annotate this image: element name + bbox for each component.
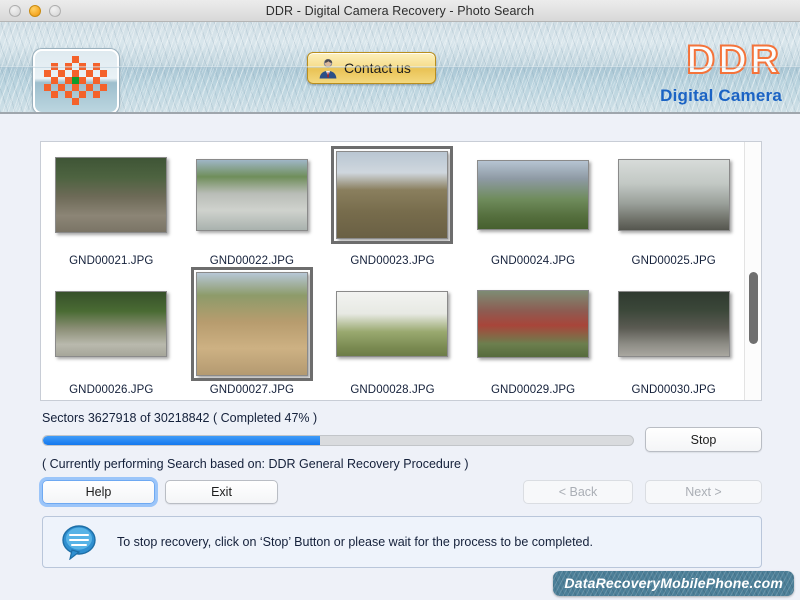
contact-us-button[interactable]: Contact us [307, 52, 436, 84]
thumbnail-frame [41, 271, 182, 377]
thumbnail-scrollbar[interactable] [744, 142, 761, 400]
thumbnail-label: GND00021.JPG [69, 255, 153, 267]
title-bar: DDR - Digital Camera Recovery - Photo Se… [0, 0, 800, 22]
thumbnail-frame [41, 142, 182, 248]
scrollbar-thumb[interactable] [749, 272, 758, 344]
thumbnail-image[interactable] [618, 159, 730, 231]
person-avatar-icon [317, 57, 339, 79]
thumbnail-label: GND00027.JPG [210, 384, 294, 396]
thumbnail-label: GND00028.JPG [350, 384, 434, 396]
minimize-button[interactable] [29, 5, 41, 17]
close-button[interactable] [9, 5, 21, 17]
info-message-text: To stop recovery, click on ‘Stop’ Button… [117, 535, 593, 549]
window-title: DDR - Digital Camera Recovery - Photo Se… [0, 4, 800, 18]
thumbnail-label: GND00029.JPG [491, 384, 575, 396]
window-controls [0, 5, 61, 17]
footer-watermark: DataRecoveryMobilePhone.com [553, 571, 794, 596]
sectors-status: Sectors 3627918 of 30218842 ( Completed … [42, 411, 317, 425]
brand-title: DDR [660, 40, 782, 80]
thumbnail-item[interactable]: GND00028.JPG [322, 271, 463, 400]
thumbnail-frame [603, 271, 744, 377]
thumbnail-item[interactable]: GND00026.JPG [41, 271, 182, 400]
thumbnail-frame [182, 142, 323, 248]
thumbnail-panel: GND00021.JPG GND00022.JPG GND00023.JPG GND0… [40, 141, 762, 401]
checker-star-icon [35, 51, 117, 112]
thumbnail-item[interactable]: GND00025.JPG [603, 142, 744, 271]
thumbnail-image[interactable] [618, 291, 730, 357]
ddr-app-icon[interactable] [33, 49, 119, 114]
help-button[interactable]: Help [42, 480, 155, 504]
thumbnail-item[interactable]: GND00030.JPG [603, 271, 744, 400]
brand-subtitle: Digital Camera [660, 84, 782, 108]
thumbnail-label: GND00025.JPG [632, 255, 716, 267]
thumbnail-label: GND00023.JPG [350, 255, 434, 267]
thumbnail-frame [463, 142, 604, 248]
thumbnail-item[interactable]: GND00029.JPG [463, 271, 604, 400]
thumbnail-image[interactable] [196, 159, 308, 231]
speech-bubble-icon [59, 524, 99, 560]
thumbnail-frame [322, 271, 463, 377]
thumbnail-label: GND00026.JPG [69, 384, 153, 396]
back-button[interactable]: < Back [523, 480, 633, 504]
thumbnail-image[interactable] [55, 291, 167, 357]
thumbnail-item[interactable]: GND00023.JPG [322, 142, 463, 271]
header-banner: Contact us DDR Digital Camera [0, 22, 800, 114]
thumbnail-image[interactable] [336, 291, 448, 357]
zoom-button[interactable] [49, 5, 61, 17]
next-button[interactable]: Next > [645, 480, 762, 504]
brand-block: DDR Digital Camera [660, 40, 782, 108]
stop-button[interactable]: Stop [645, 427, 762, 452]
thumbnail-item[interactable]: GND00022.JPG [182, 142, 323, 271]
thumbnail-image[interactable] [477, 160, 589, 230]
thumbnail-item[interactable]: GND00027.JPG [182, 271, 323, 400]
progress-bar-fill [43, 436, 320, 445]
thumbnail-image[interactable] [336, 151, 448, 239]
thumbnail-frame [463, 271, 604, 377]
thumbnail-frame [603, 142, 744, 248]
main-body: GND00021.JPG GND00022.JPG GND00023.JPG GND0… [0, 114, 800, 600]
button-row: Help Exit < Back Next > [0, 480, 800, 507]
app-window: DDR - Digital Camera Recovery - Photo Se… [0, 0, 800, 600]
thumbnail-item[interactable]: GND00021.JPG [41, 142, 182, 271]
thumbnail-item[interactable]: GND00024.JPG [463, 142, 604, 271]
info-message-box: To stop recovery, click on ‘Stop’ Button… [42, 516, 762, 568]
thumbnail-label: GND00030.JPG [632, 384, 716, 396]
thumbnail-grid: GND00021.JPG GND00022.JPG GND00023.JPG GND0… [41, 142, 744, 400]
thumbnail-label: GND00024.JPG [491, 255, 575, 267]
thumbnail-image[interactable] [55, 157, 167, 233]
progress-bar [42, 435, 634, 446]
thumbnail-frame [322, 142, 463, 248]
thumbnail-image[interactable] [196, 272, 308, 376]
thumbnail-frame [182, 271, 323, 377]
thumbnail-image[interactable] [477, 290, 589, 358]
contact-us-label: Contact us [344, 60, 411, 76]
recovery-status-text: ( Currently performing Search based on: … [42, 457, 469, 471]
thumbnail-label: GND00022.JPG [210, 255, 294, 267]
exit-button[interactable]: Exit [165, 480, 278, 504]
